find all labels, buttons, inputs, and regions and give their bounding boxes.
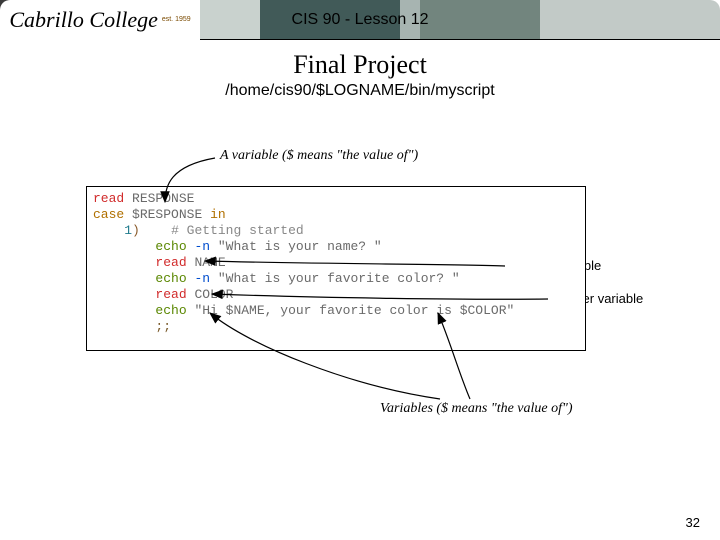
keyword-read: read bbox=[155, 255, 186, 270]
keyword-read: read bbox=[93, 191, 124, 206]
var-color: COLOR bbox=[194, 287, 233, 302]
callout-bottom: Variables ($ means "the value of") bbox=[380, 401, 573, 417]
code-line-2: case $RESPONSE in bbox=[93, 207, 579, 223]
string-color-q: "What is your favorite color? " bbox=[218, 271, 460, 286]
comment-getting-started: # Getting started bbox=[171, 223, 304, 238]
keyword-echo: echo bbox=[155, 239, 186, 254]
keyword-in: in bbox=[210, 207, 226, 222]
slide-subtitle: /home/cis90/$LOGNAME/bin/myscript bbox=[0, 82, 720, 100]
keyword-case: case bbox=[93, 207, 124, 222]
var-response-ref: $RESPONSE bbox=[132, 207, 202, 222]
keyword-echo: echo bbox=[155, 303, 186, 318]
var-name: NAME bbox=[194, 255, 225, 270]
code-line-3: 1) # Getting started bbox=[93, 223, 579, 239]
code-line-5: read NAME bbox=[93, 255, 579, 271]
code-line-6: echo -n "What is your favorite color? " bbox=[93, 271, 579, 287]
code-line-4: echo -n "What is your name? " bbox=[93, 239, 579, 255]
option-n: -n bbox=[194, 239, 210, 254]
var-response: RESPONSE bbox=[132, 191, 194, 206]
logo-text: Cabrillo College bbox=[9, 7, 158, 33]
string-hi: "Hi $NAME, your favorite color is $COLOR… bbox=[194, 303, 514, 318]
option-n: -n bbox=[194, 271, 210, 286]
pattern-paren: ) bbox=[132, 223, 140, 238]
logo-box: Cabrillo College est. 1959 bbox=[0, 0, 200, 40]
page-number: 32 bbox=[686, 515, 700, 530]
keyword-read: read bbox=[155, 287, 186, 302]
callout-top: A variable ($ means "the value of") bbox=[220, 148, 418, 164]
code-line-9: ;; bbox=[93, 319, 579, 335]
keyword-echo: echo bbox=[155, 271, 186, 286]
code-box: read RESPONSE case $RESPONSE in 1) # Get… bbox=[86, 186, 586, 351]
code-line-1: read RESPONSE bbox=[93, 191, 579, 207]
string-name-q: "What is your name? " bbox=[218, 239, 382, 254]
banner: Cabrillo College est. 1959 CIS 90 - Less… bbox=[0, 0, 720, 40]
logo-est: est. 1959 bbox=[162, 16, 191, 23]
double-semi: ;; bbox=[155, 319, 171, 334]
code-line-8: echo "Hi $NAME, your favorite color is $… bbox=[93, 303, 579, 319]
slide-title: Final Project bbox=[0, 50, 720, 80]
pattern-num: 1 bbox=[124, 223, 132, 238]
code-line-7: read COLOR bbox=[93, 287, 579, 303]
